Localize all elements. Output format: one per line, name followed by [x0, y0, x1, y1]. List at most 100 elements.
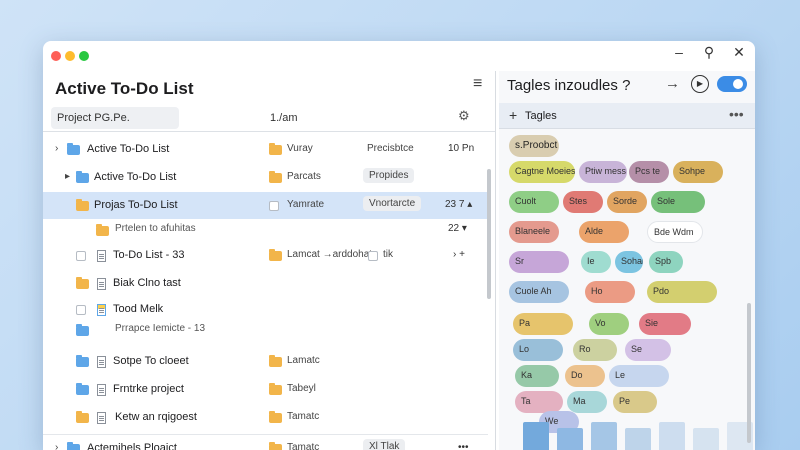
tag-chip[interactable]: Sohpe — [673, 161, 723, 183]
table-row[interactable]: To-Do List - 33 Lamcat →arddohats tik › … — [43, 242, 488, 269]
tag-chip[interactable]: Cuolt — [509, 191, 559, 213]
tags-pane: Tagles inzoudles ? → ▶ + Tagles ••• s.Pr… — [499, 71, 755, 450]
tags-pane-title: Tagles inzoudles ? — [507, 77, 631, 94]
note-icon — [97, 304, 106, 316]
tag-chip[interactable]: Vo — [589, 313, 629, 335]
column-header[interactable]: 1./am — [270, 112, 298, 124]
tag-chip[interactable]: Pe — [613, 391, 657, 413]
row-col2: Tamatc — [287, 442, 320, 450]
list-scrollbar[interactable] — [487, 169, 491, 299]
close-traffic-light[interactable] — [51, 51, 61, 61]
folder-tile[interactable] — [693, 428, 719, 450]
close-icon[interactable]: ✕ — [729, 44, 749, 61]
table-row[interactable]: Ketw an rqigoest Tamatc — [43, 404, 488, 431]
tag-chip[interactable]: Stes — [563, 191, 603, 213]
tag-chip[interactable]: Pcs te — [629, 161, 669, 183]
zoom-traffic-light[interactable] — [79, 51, 89, 61]
folder-icon — [269, 143, 282, 155]
chevron-right-icon[interactable]: ▸ — [65, 171, 70, 182]
tag-chip[interactable]: Sohaie — [615, 251, 643, 273]
row-badge: Vnortarcte — [363, 196, 422, 211]
tag-chip[interactable]: Ro — [573, 339, 617, 361]
table-row[interactable]: ▸ Active To-Do List Parcats Propides — [43, 164, 488, 191]
tag-chip[interactable]: Ka — [515, 365, 559, 387]
menu-icon[interactable]: ≡ — [473, 75, 482, 93]
folder-icon — [76, 324, 89, 336]
tag-chip[interactable]: Sorde — [607, 191, 647, 213]
row-count: 23 7 ▴ — [445, 199, 473, 210]
tag-chip[interactable]: Sr — [509, 251, 569, 273]
tag-chip[interactable]: Le — [609, 365, 669, 387]
tag-chip[interactable]: Pa — [513, 313, 573, 335]
tag-chip[interactable]: Ie — [581, 251, 611, 273]
row-col2: Lamatc — [287, 355, 320, 366]
more-icon[interactable]: ••• — [458, 442, 469, 450]
folder-tile[interactable] — [557, 428, 583, 450]
tags-toggle[interactable] — [717, 76, 747, 92]
tag-chip[interactable]: Cagtne Moeieslc — [509, 161, 575, 183]
tag-chip[interactable]: Cuole Ah — [509, 281, 569, 303]
tags-header: + Tagles ••• — [499, 103, 755, 129]
row-col2: Tabeyl — [287, 383, 316, 394]
tags-header-title: Tagles — [525, 110, 557, 122]
title-bar: – ⚲ ✕ — [43, 41, 755, 71]
tag-chip[interactable]: Blaneele — [509, 221, 559, 243]
tag-chip[interactable]: Bde Wdm — [647, 221, 703, 243]
tags-scrollbar[interactable] — [747, 303, 751, 443]
add-tag-icon[interactable]: + — [509, 107, 517, 123]
folder-tile[interactable] — [591, 422, 617, 450]
tag-chip[interactable]: Alde — [579, 221, 629, 243]
settings-icon[interactable]: ⚙ — [458, 108, 470, 124]
pin-icon[interactable]: ⚲ — [699, 44, 719, 61]
tag-chip[interactable]: Spb — [649, 251, 683, 273]
folder-icon — [67, 442, 80, 450]
folder-tile[interactable] — [523, 422, 549, 450]
table-row[interactable]: Frntrke project Tabeyl — [43, 376, 488, 403]
folder-icon — [76, 277, 89, 289]
todo-list-pane: Active To-Do List ≡ Project PG.Pe. 1./am… — [43, 71, 495, 450]
page-title: Active To-Do List — [55, 79, 194, 98]
tag-chip[interactable]: s.Proobct — [509, 135, 559, 157]
search-input[interactable]: Project PG.Pe. — [51, 107, 179, 129]
row-count: 10 Pn — [448, 143, 475, 154]
tag-chip[interactable]: Sie — [639, 313, 691, 335]
row-checkbox[interactable] — [76, 251, 86, 261]
row-count: 22 ▾ — [448, 223, 467, 234]
row-col3: tik — [383, 249, 393, 260]
folder-icon — [67, 143, 80, 155]
table-row-selected[interactable]: Projas To-Do List Yamrate Vnortarcte 23 … — [43, 192, 488, 219]
tag-chip[interactable]: Pdo — [647, 281, 717, 303]
tag-chip[interactable]: Ptiw mess — [579, 161, 627, 183]
table-row[interactable]: Tood Melk — [43, 296, 488, 323]
tag-chip[interactable]: Do — [565, 365, 605, 387]
table-row[interactable]: Prrapce Iemicte - 13 — [43, 320, 488, 342]
arrow-right-icon[interactable]: → — [665, 75, 680, 92]
row-checkbox[interactable] — [269, 201, 279, 211]
table-row[interactable]: Sotpe To cloeet Lamatc — [43, 348, 488, 375]
tag-chip[interactable]: Se — [625, 339, 671, 361]
row-actions[interactable]: › + — [453, 249, 465, 260]
minimize-icon[interactable]: – — [669, 44, 689, 60]
tag-chip[interactable]: Ma — [567, 391, 607, 413]
minimize-traffic-light[interactable] — [65, 51, 75, 61]
row-checkbox[interactable] — [76, 305, 86, 315]
row-checkbox[interactable] — [368, 251, 378, 261]
row-name: Actemihels Ploaict — [87, 442, 177, 450]
row-badge: Xl Tlak — [363, 439, 406, 450]
more-options-icon[interactable]: ••• — [729, 106, 744, 122]
tag-chip[interactable]: Ta — [515, 391, 563, 413]
table-row[interactable]: Prtelen to afuhitas 22 ▾ — [43, 220, 488, 242]
tag-chip[interactable]: Sole — [651, 191, 705, 213]
pane-divider[interactable] — [495, 71, 496, 450]
chevron-right-icon[interactable]: › — [55, 442, 58, 450]
table-row[interactable]: Biak Clno tast — [43, 270, 488, 297]
folder-icon — [76, 171, 89, 183]
folder-tile[interactable] — [625, 428, 651, 450]
table-row[interactable]: › Active To-Do List Vuray Precisbtce 10 … — [43, 136, 488, 163]
table-row[interactable]: › Actemihels Ploaict Tamatc Xl Tlak ••• — [43, 434, 488, 450]
folder-tile[interactable] — [659, 422, 685, 450]
tag-chip[interactable]: Ho — [585, 281, 635, 303]
play-icon[interactable]: ▶ — [691, 75, 709, 93]
tag-chip[interactable]: Lo — [513, 339, 563, 361]
chevron-right-icon[interactable]: › — [55, 143, 58, 154]
